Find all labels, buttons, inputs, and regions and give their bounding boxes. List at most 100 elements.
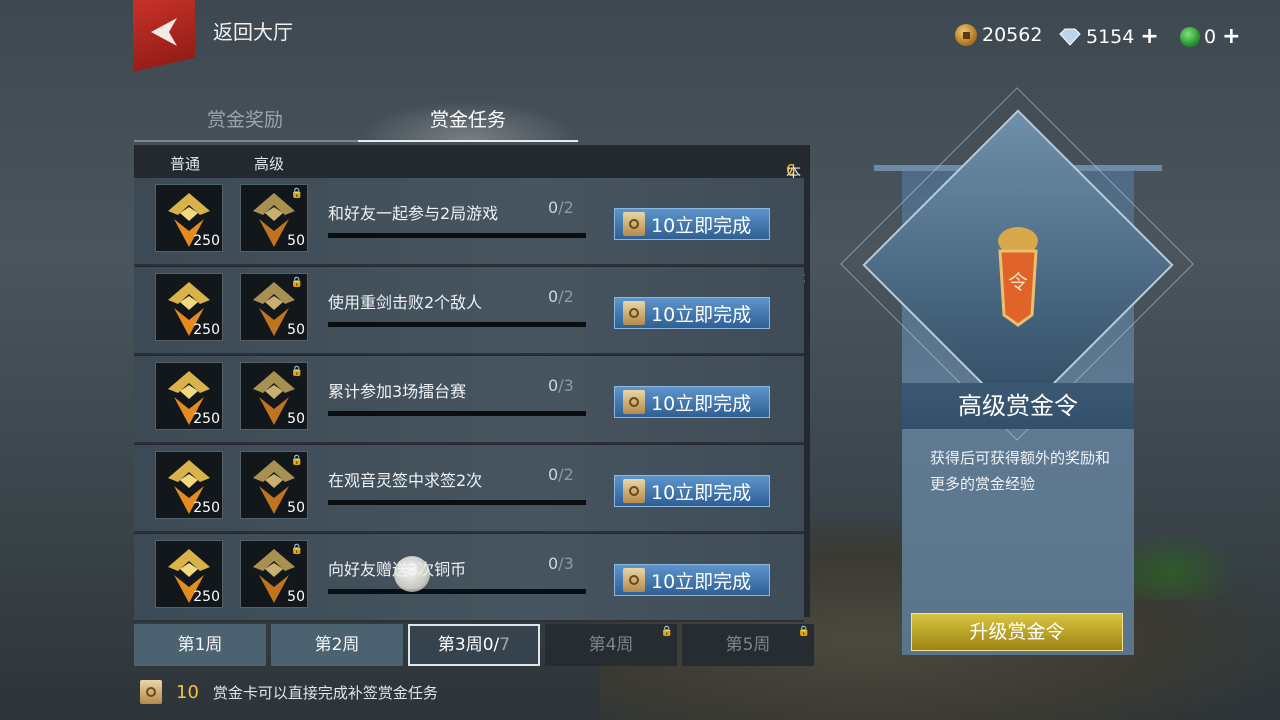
bounty-card-info: 10 赏金卡可以直接完成补签赏金任务 [140, 680, 438, 704]
normal-reward-slot[interactable]: 250 [155, 273, 223, 341]
week-5-button[interactable]: 第5周 🔒 [682, 624, 814, 666]
advanced-reward-slot[interactable]: 🔒 50 [240, 451, 308, 519]
card-description: 获得后可获得额外的奖励和更多的赏金经验 [930, 449, 1111, 493]
advanced-reward-slot[interactable]: 🔒 50 [240, 540, 308, 608]
lock-icon: 🔒 [290, 544, 303, 555]
advanced-reward-amount: 50 [287, 322, 305, 338]
diamond-gem-icon [1059, 28, 1081, 46]
task-progress-bar [328, 589, 586, 594]
instant-complete-label: 10立即完成 [651, 570, 752, 593]
task-progress-bar [328, 322, 586, 327]
progress-total: /3 [558, 376, 574, 395]
advanced-reward-amount: 50 [287, 500, 305, 516]
lock-icon: 🔒 [797, 626, 810, 637]
instant-complete-button[interactable]: 10立即完成 [614, 475, 770, 507]
instant-complete-label: 10立即完成 [651, 214, 752, 237]
bounty-card-hint: 赏金卡可以直接完成补签赏金任务 [212, 683, 438, 702]
task-progress: 0/3 [548, 376, 574, 395]
task-name: 和好友一起参与2局游戏 [328, 204, 499, 223]
task-row: 250 🔒 50 向好友赠送3次铜币 0/3 10立即完成 [134, 534, 804, 622]
copper-coin-counter: 20562 [955, 24, 1042, 46]
normal-reward-slot[interactable]: 250 [155, 451, 223, 519]
bounty-card-icon [623, 390, 645, 414]
task-progress: 0/2 [548, 465, 574, 484]
week-3-button[interactable]: 第3周0/7 [408, 624, 540, 666]
progress-current: 0 [548, 287, 559, 306]
week-4-label: 第4周 [588, 635, 634, 655]
touch-cursor [394, 556, 430, 592]
instant-complete-button[interactable]: 10立即完成 [614, 564, 770, 596]
week-3-progress-total: 7 [499, 635, 511, 655]
progress-total: /2 [558, 465, 574, 484]
week-4-button[interactable]: 第4周 🔒 [545, 624, 677, 666]
week-3-progress: 0/ [482, 635, 500, 655]
upgrade-bounty-button[interactable]: 升级赏金令 [911, 613, 1123, 651]
instant-complete-button[interactable]: 10立即完成 [614, 208, 770, 240]
instant-complete-label: 10立即完成 [651, 392, 752, 415]
task-row: 250 🔒 50 和好友一起参与2局游戏 0/2 10立即完成 [134, 178, 804, 266]
week-2-button[interactable]: 第2周 [271, 624, 403, 666]
advanced-bounty-card: 令 高级赏金令 获得后可获得额外的奖励和更多的赏金经验 [840, 87, 1194, 655]
bounty-card-icon [140, 680, 162, 704]
column-header: 普通 高级 本周剩余时间:6天13小时 [134, 145, 810, 286]
tab-bar: 赏金奖励 赏金任务 [134, 100, 810, 144]
task-progress-bar [328, 233, 586, 238]
task-progress-bar [328, 500, 586, 505]
week-1-button[interactable]: 第1周 [134, 624, 266, 666]
normal-reward-amount: 250 [193, 233, 220, 249]
task-progress: 0/3 [548, 554, 574, 573]
add-diamond-icon[interactable]: + [1140, 24, 1158, 49]
column-normal: 普通 [170, 155, 201, 173]
advanced-reward-slot[interactable]: 🔒 50 [240, 184, 308, 252]
advanced-reward-amount: 50 [287, 233, 305, 249]
week-selector: 第1周 第2周 第3周0/7 第4周 🔒 第5周 🔒 [134, 624, 814, 668]
jade-counter: 0 + [1180, 24, 1241, 49]
bounty-token-emblem-icon: 令 [998, 227, 1038, 327]
tab-bounty-tasks[interactable]: 赏金任务 [358, 100, 578, 140]
task-row: 250 🔒 50 在观音灵签中求签2次 0/2 10立即完成 [134, 445, 804, 533]
normal-reward-amount: 250 [193, 500, 220, 516]
progress-current: 0 [548, 376, 559, 395]
jade-icon [1180, 26, 1200, 47]
normal-reward-slot[interactable]: 250 [155, 184, 223, 252]
normal-reward-slot[interactable]: 250 [155, 362, 223, 430]
bounty-card-icon [623, 479, 645, 503]
progress-total: /2 [558, 287, 574, 306]
lock-icon: 🔒 [660, 626, 673, 637]
task-name: 使用重剑击败2个敌人 [328, 293, 483, 312]
advanced-reward-slot[interactable]: 🔒 50 [240, 273, 308, 341]
back-arrow-icon [151, 18, 177, 46]
copper-coin-value: 20562 [982, 24, 1043, 46]
tab-bounty-rewards[interactable]: 赏金奖励 [134, 100, 356, 140]
task-progress-bar [328, 411, 586, 416]
bounty-card-icon [623, 212, 645, 236]
task-row: 250 🔒 50 累计参加3场擂台赛 0/3 10立即完成 [134, 356, 804, 444]
diamond-value: 5154 [1086, 25, 1135, 48]
instant-complete-label: 10立即完成 [651, 303, 752, 326]
advanced-reward-amount: 50 [287, 411, 305, 427]
lock-icon: 🔒 [290, 277, 303, 288]
week-3-label: 第3周 [437, 635, 483, 655]
task-progress: 0/2 [548, 287, 574, 306]
back-label[interactable]: 返回大厅 [213, 16, 293, 45]
instant-complete-button[interactable]: 10立即完成 [614, 386, 770, 418]
instant-complete-label: 10立即完成 [651, 481, 752, 504]
tab-active-indicator [358, 140, 578, 142]
bounty-card-count: 10 [176, 681, 199, 703]
normal-reward-slot[interactable]: 250 [155, 540, 223, 608]
task-row: 250 🔒 50 使用重剑击败2个敌人 0/2 10立即完成 [134, 267, 804, 355]
diamond-counter: 5154 + [1058, 24, 1159, 49]
back-button[interactable] [133, 0, 195, 72]
progress-total: /2 [558, 198, 574, 217]
card-title: 高级赏金令 [902, 383, 1134, 429]
column-advanced: 高级 [254, 155, 285, 173]
advanced-reward-slot[interactable]: 🔒 50 [240, 362, 308, 430]
lock-icon: 🔒 [290, 366, 303, 377]
jade-value: 0 [1204, 25, 1217, 48]
task-panel: 普通 高级 本周剩余时间:6天13小时 250 🔒 50 和好友一起参与2局游戏… [134, 145, 810, 622]
instant-complete-button[interactable]: 10立即完成 [614, 297, 770, 329]
svg-text:令: 令 [1008, 270, 1028, 294]
add-jade-icon[interactable]: + [1222, 24, 1240, 49]
progress-current: 0 [548, 465, 559, 484]
week-5-label: 第5周 [725, 635, 771, 655]
